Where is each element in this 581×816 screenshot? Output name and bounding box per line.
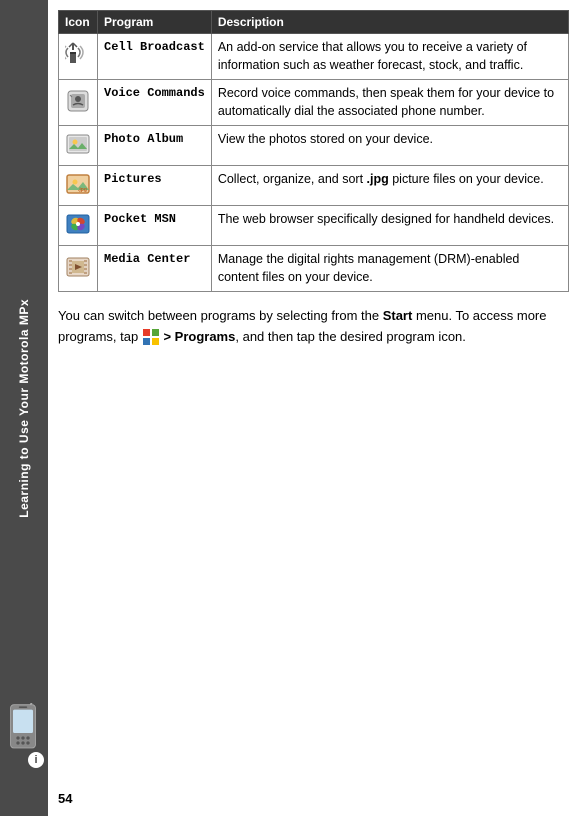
description-text: View the photos stored on your device. bbox=[218, 132, 433, 146]
description-text: An add-on service that allows you to rec… bbox=[218, 40, 527, 72]
footer-para: You can switch between programs by selec… bbox=[58, 308, 546, 344]
table-row: Cell Broadcast An add-on service that all… bbox=[59, 34, 569, 80]
info-badge: i bbox=[28, 752, 44, 768]
description-text: Collect, organize, and sort .jpg picture… bbox=[218, 172, 544, 186]
table-row: Photo Album View the photos stored on you… bbox=[59, 126, 569, 166]
table-row: Pocket MSN The web browser specifically d… bbox=[59, 206, 569, 246]
program-name: Pictures bbox=[104, 172, 162, 186]
footer-text: You can switch between programs by selec… bbox=[58, 306, 569, 348]
media-center-icon bbox=[59, 246, 98, 292]
program-name-cell: Cell Broadcast bbox=[98, 34, 212, 80]
pocket-msn-icon bbox=[59, 206, 98, 246]
voice-commands-icon bbox=[59, 80, 98, 126]
col-icon: Icon bbox=[59, 11, 98, 34]
sidebar-label: Learning to Use Your Motorola MPx bbox=[17, 299, 31, 518]
description-cell: View the photos stored on your device. bbox=[211, 126, 568, 166]
table-row: .jpg Pictures Collect, organize, and sort… bbox=[59, 166, 569, 206]
description-text: Record voice commands, then speak them f… bbox=[218, 86, 554, 118]
main-content: Icon Program Description Cell Broadcast A… bbox=[48, 0, 581, 816]
table-row: Voice Commands Record voice commands, the… bbox=[59, 80, 569, 126]
sidebar: Learning to Use Your Motorola MPx i bbox=[0, 0, 48, 816]
phone-icon bbox=[4, 703, 42, 756]
description-cell: An add-on service that allows you to rec… bbox=[211, 34, 568, 80]
page-number: 54 bbox=[58, 791, 72, 806]
col-program: Program bbox=[98, 11, 212, 34]
program-name: Photo Album bbox=[104, 132, 183, 146]
description-cell: Record voice commands, then speak them f… bbox=[211, 80, 568, 126]
program-name-cell: Media Center bbox=[98, 246, 212, 292]
photo-album-icon bbox=[59, 126, 98, 166]
description-cell: Collect, organize, and sort .jpg picture… bbox=[211, 166, 568, 206]
program-name: Media Center bbox=[104, 252, 190, 266]
table-row: Media Center Manage the digital rights ma… bbox=[59, 246, 569, 292]
program-name: Pocket MSN bbox=[104, 212, 176, 226]
program-name: Voice Commands bbox=[104, 86, 205, 100]
program-name-cell: Voice Commands bbox=[98, 80, 212, 126]
pictures-icon: .jpg bbox=[59, 166, 98, 206]
programs-table: Icon Program Description Cell Broadcast A… bbox=[58, 10, 569, 292]
description-cell: Manage the digital rights management (DR… bbox=[211, 246, 568, 292]
svg-text:.jpg: .jpg bbox=[78, 187, 87, 193]
program-name-cell: Pictures bbox=[98, 166, 212, 206]
description-text: The web browser specifically designed fo… bbox=[218, 212, 554, 226]
windows-icon bbox=[142, 328, 160, 346]
programs-label: > Programs bbox=[163, 329, 235, 344]
col-description: Description bbox=[211, 11, 568, 34]
program-name: Cell Broadcast bbox=[104, 40, 205, 54]
program-name-cell: Pocket MSN bbox=[98, 206, 212, 246]
program-name-cell: Photo Album bbox=[98, 126, 212, 166]
description-text: Manage the digital rights management (DR… bbox=[218, 252, 520, 284]
description-cell: The web browser specifically designed fo… bbox=[211, 206, 568, 246]
start-label: Start bbox=[383, 308, 413, 323]
cell-broadcast-icon bbox=[59, 34, 98, 80]
